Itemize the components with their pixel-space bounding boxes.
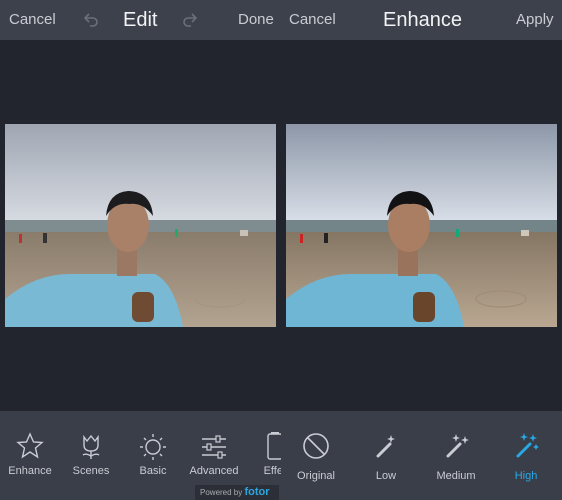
magic-wand-icon: [376, 435, 395, 458]
fotor-logo: fotor: [244, 486, 270, 498]
option-medium[interactable]: Medium: [428, 431, 484, 482]
powered-by-badge: Powered by fotor: [195, 485, 279, 500]
photo-preview: [5, 124, 276, 327]
tool-label: Scenes: [72, 465, 110, 477]
magic-wand-icon: [446, 434, 469, 458]
star-icon: [16, 432, 44, 459]
sun-icon: [140, 434, 166, 460]
enhance-screen: Cancel Enhance Apply Original Low Medium…: [281, 0, 562, 500]
option-label: High: [514, 470, 538, 482]
sliders-icon: [202, 435, 226, 459]
tulip-icon: [82, 434, 100, 459]
enhance-options-bar: Original Low Medium High: [281, 411, 562, 500]
option-label: Original: [297, 470, 335, 482]
done-button[interactable]: Done: [238, 0, 274, 40]
tool-advanced[interactable]: Advanced: [186, 431, 242, 477]
option-label: Medium: [436, 470, 476, 482]
tool-label: Advanced: [189, 465, 239, 477]
cancel-button[interactable]: Cancel: [289, 0, 336, 40]
tool-label: Effec: [263, 465, 281, 477]
edit-top-bar: Cancel Edit Done: [0, 0, 281, 40]
powered-by-text: Powered by: [200, 488, 243, 497]
no-sign-icon: [303, 433, 329, 459]
option-original[interactable]: Original: [288, 431, 344, 482]
page-title: Enhance: [383, 9, 462, 31]
apply-button[interactable]: Apply: [516, 0, 554, 40]
photo-preview: [286, 124, 557, 327]
tool-scenes[interactable]: Scenes: [63, 431, 119, 477]
tool-enhance[interactable]: Enhance: [2, 431, 58, 477]
edit-screen: Cancel Edit Done Enhance Scenes Basic Ad…: [0, 0, 281, 500]
option-high[interactable]: High: [498, 431, 554, 482]
tool-label: Enhance: [8, 465, 52, 477]
undo-icon[interactable]: [82, 11, 100, 29]
effects-icon: [267, 432, 281, 460]
tool-label: Basic: [139, 465, 167, 477]
tool-basic[interactable]: Basic: [125, 431, 181, 477]
enhance-top-bar: Cancel Enhance Apply: [281, 0, 562, 40]
option-low[interactable]: Low: [358, 431, 414, 482]
page-title: Edit: [123, 9, 158, 31]
option-label: Low: [375, 470, 397, 482]
tool-effects[interactable]: Effec: [248, 431, 281, 477]
redo-icon[interactable]: [181, 11, 199, 29]
cancel-button[interactable]: Cancel: [9, 0, 56, 40]
magic-wand-icon: [516, 433, 539, 458]
